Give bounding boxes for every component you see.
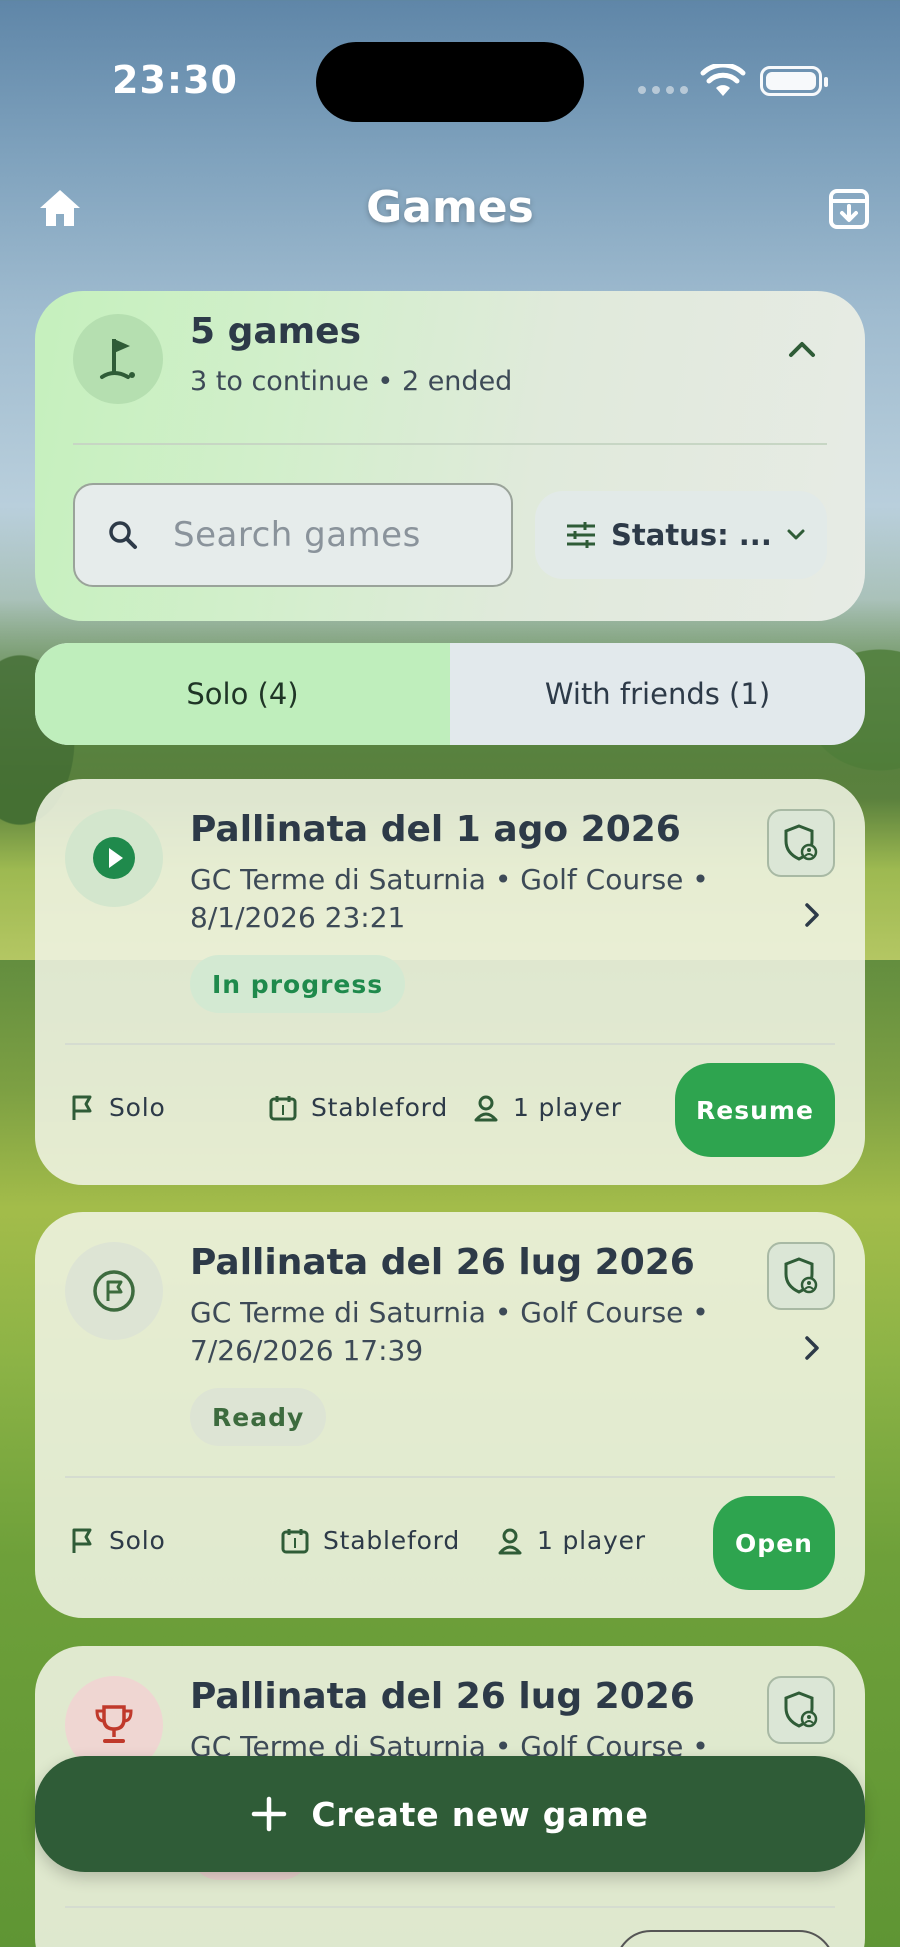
battery-icon bbox=[760, 66, 828, 96]
status-time: 23:30 bbox=[112, 58, 238, 102]
game-location: GC Terme di Saturnia • Golf Course • bbox=[190, 863, 709, 896]
open-button[interactable]: Open bbox=[713, 1496, 835, 1590]
mode-meta: Solo bbox=[69, 1093, 166, 1122]
flag-icon bbox=[72, 1095, 92, 1120]
tab-with-friends[interactable]: With friends (1) bbox=[450, 643, 865, 745]
game-subtitle: GC Terme di Saturnia • Golf Course • 7/26… bbox=[190, 1294, 750, 1370]
page-title: Games bbox=[366, 182, 534, 233]
game-card[interactable]: Pallinata del 1 ago 2026 GC Terme di Sat… bbox=[35, 779, 865, 1185]
players-label: 1 player bbox=[537, 1526, 646, 1555]
nav-bar: Games bbox=[0, 170, 900, 250]
game-location: GC Terme di Saturnia • Golf Course • bbox=[190, 1296, 709, 1329]
status-bar: 23:30 bbox=[0, 0, 900, 170]
games-detail: 3 to continue • 2 ended bbox=[190, 366, 513, 397]
mode-label: Solo bbox=[109, 1526, 166, 1555]
plus-icon bbox=[252, 1796, 287, 1832]
mode-meta: Solo bbox=[69, 1526, 166, 1555]
mode-tabs: Solo (4) With friends (1) bbox=[35, 643, 865, 745]
create-new-game-label: Create new game bbox=[311, 1794, 649, 1834]
card-divider bbox=[65, 1906, 835, 1908]
format-label: Stableford bbox=[311, 1093, 448, 1122]
games-summary-card: 5 games 3 to continue • 2 ended Search g… bbox=[35, 291, 865, 621]
card-divider bbox=[65, 1476, 835, 1478]
resume-button[interactable]: Resume bbox=[675, 1063, 835, 1157]
game-card[interactable]: Pallinata del 26 lug 2026 GC Terme di Sa… bbox=[35, 1212, 865, 1618]
game-title: Pallinata del 26 lug 2026 bbox=[190, 1242, 695, 1283]
game-date: 7/26/2026 17:39 bbox=[190, 1334, 424, 1367]
chevron-up-icon[interactable] bbox=[787, 339, 817, 359]
archive-download-icon[interactable] bbox=[828, 188, 870, 230]
status-badge: Ready bbox=[190, 1388, 327, 1446]
tab-solo[interactable]: Solo (4) bbox=[35, 643, 450, 745]
status-badge: In progress bbox=[190, 955, 406, 1013]
game-subtitle: GC Terme di Saturnia • Golf Course • 8/1/… bbox=[190, 861, 750, 937]
golf-flag-icon bbox=[73, 314, 163, 404]
players-label: 1 player bbox=[513, 1093, 622, 1122]
format-meta: Stableford bbox=[269, 1093, 448, 1122]
format-meta: Stableford bbox=[281, 1526, 460, 1555]
summary-divider bbox=[73, 443, 827, 445]
search-placeholder: Search games bbox=[173, 515, 421, 555]
scorecard-icon bbox=[281, 1528, 309, 1553]
cellular-signal-icon bbox=[638, 86, 688, 94]
game-date: 8/1/2026 23:21 bbox=[190, 901, 406, 934]
chevron-right-icon[interactable] bbox=[803, 1334, 821, 1362]
shield-user-icon[interactable] bbox=[767, 809, 835, 877]
person-icon bbox=[498, 1528, 522, 1554]
chevron-down-icon bbox=[786, 528, 806, 542]
players-meta: 1 player bbox=[497, 1526, 646, 1555]
game-title: Pallinata del 1 ago 2026 bbox=[190, 809, 681, 850]
players-meta: 1 player bbox=[473, 1093, 622, 1122]
search-input[interactable]: Search games bbox=[73, 483, 513, 587]
sliders-icon bbox=[565, 521, 597, 549]
mode-label: Solo bbox=[109, 1093, 166, 1122]
shield-user-icon[interactable] bbox=[767, 1676, 835, 1744]
chevron-right-icon[interactable] bbox=[803, 901, 821, 929]
game-title: Pallinata del 26 lug 2026 bbox=[190, 1676, 695, 1717]
scorecard-icon bbox=[269, 1095, 297, 1120]
card-action-button[interactable] bbox=[615, 1930, 835, 1947]
games-count: 5 games bbox=[190, 311, 361, 352]
play-icon bbox=[65, 809, 163, 907]
create-new-game-button[interactable]: Create new game bbox=[35, 1756, 865, 1872]
dynamic-island bbox=[316, 42, 584, 122]
card-divider bbox=[65, 1043, 835, 1045]
status-filter-button[interactable]: Status: ... bbox=[535, 491, 827, 579]
status-filter-label: Status: ... bbox=[611, 518, 772, 552]
person-icon bbox=[474, 1095, 498, 1121]
format-label: Stableford bbox=[323, 1526, 460, 1555]
wifi-icon bbox=[700, 64, 746, 96]
search-icon bbox=[107, 519, 139, 551]
flag-icon bbox=[72, 1528, 92, 1553]
flag-circle-icon bbox=[65, 1242, 163, 1340]
shield-user-icon[interactable] bbox=[767, 1242, 835, 1310]
